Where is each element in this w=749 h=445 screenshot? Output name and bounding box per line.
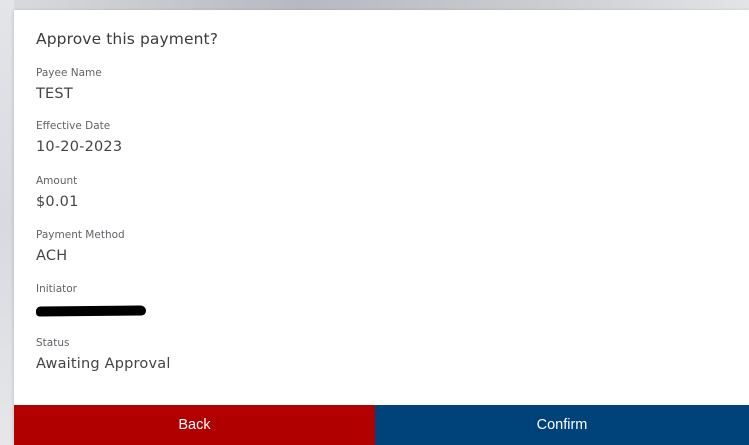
status-value: Awaiting Approval	[36, 356, 171, 372]
effective-date-value: 10-20-2023	[36, 139, 123, 155]
effective-date-label: Effective Date	[36, 120, 111, 132]
dialog-footer: Back Confirm	[14, 405, 749, 445]
initiator-redaction-mark	[35, 305, 147, 317]
initiator-field: Initiator	[35, 282, 147, 317]
amount-value: $0.01	[36, 194, 79, 210]
status-field: Status Awaiting Approval	[36, 336, 171, 374]
approve-payment-dialog: Approve this payment? Payee Name TEST Ef…	[14, 10, 749, 445]
payee-name-field: Payee Name TEST	[36, 66, 102, 104]
confirm-button[interactable]: Confirm	[375, 405, 749, 445]
initiator-label: Initiator	[36, 283, 77, 295]
payment-method-label: Payment Method	[36, 229, 125, 241]
dialog-title: Approve this payment?	[36, 30, 219, 48]
effective-date-field: Effective Date 10-20-2023	[36, 119, 122, 157]
status-label: Status	[36, 337, 70, 349]
background-left-edge	[0, 0, 14, 445]
payment-method-field: Payment Method ACH	[36, 228, 125, 266]
amount-label: Amount	[36, 175, 78, 187]
payment-method-value: ACH	[36, 248, 68, 264]
amount-field: Amount $0.01	[36, 174, 79, 212]
back-button[interactable]: Back	[14, 405, 375, 445]
payee-name-value: TEST	[36, 86, 73, 102]
payee-name-label: Payee Name	[36, 67, 102, 79]
